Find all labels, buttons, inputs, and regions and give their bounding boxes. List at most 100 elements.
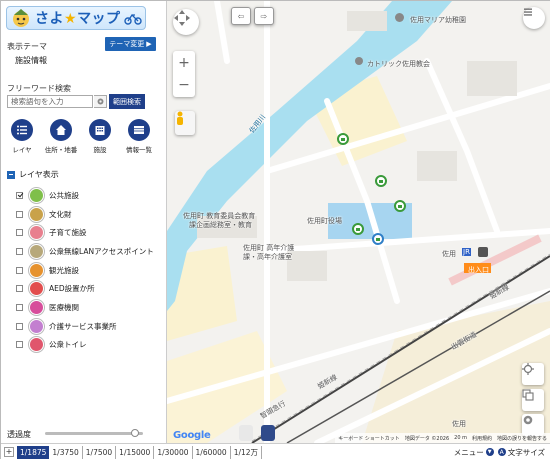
layer-label: 文化財 — [49, 209, 72, 219]
layer-checkbox[interactable] — [16, 248, 23, 255]
map-type-thumb[interactable] — [261, 425, 275, 441]
layer-item[interactable]: 公衆トイレ — [16, 337, 166, 354]
list-icon — [11, 119, 33, 141]
layer-checkbox[interactable] — [16, 322, 23, 330]
theme-change-label: テーマ変更 — [109, 40, 145, 48]
map-menu-button[interactable] — [523, 7, 545, 29]
map-view[interactable]: 佐用マリア幼稚園 カトリック佐用教会 佐用川 佐用町 教育委員会教育 課企画総務… — [167, 1, 550, 443]
opacity-slider-track[interactable] — [45, 432, 143, 435]
street-view-thumb[interactable] — [239, 425, 253, 441]
arrow-left-icon: ⇦ — [237, 11, 245, 21]
site-logo[interactable]: さよ★マップ — [6, 6, 146, 30]
label-care-2: 課・高年介護室 — [243, 253, 292, 261]
zoom-in-button[interactable]: + — [178, 52, 190, 74]
crosshair-icon — [522, 363, 534, 375]
keyboard-shortcuts-link[interactable]: キーボード ショートカット — [338, 435, 400, 442]
layer-list: 公共施設文化財子育て施設公衆無線LANアクセスポイント 観光施設 AED設置か所医療… — [16, 187, 166, 355]
pegman-icon — [177, 111, 183, 125]
app-window: さよ★マップ 表示テーマ テーマ変更 ▶ 施設情報 フリーワード検索 範囲検索 — [0, 0, 550, 459]
scale-list: 1/1875 1/3750 1/7500 1/15000 1/30000 1/60000 1… — [17, 445, 263, 459]
layer-item[interactable]: AED設置か所 — [16, 280, 166, 297]
zoom-out-button[interactable]: − — [178, 74, 190, 96]
hamburger-icon — [524, 8, 532, 16]
scale-option[interactable]: 1/1875 — [17, 445, 50, 459]
label-area: 佐用 — [452, 420, 466, 428]
layer-item[interactable]: 介護サービス事業所 — [16, 318, 166, 335]
range-search-button[interactable]: 範囲検索 — [109, 94, 145, 109]
collapse-icon — [7, 170, 15, 179]
layer-icon — [29, 187, 44, 203]
street-view-pegman[interactable] — [175, 111, 195, 135]
town-hall-pin[interactable] — [372, 233, 384, 245]
pan-control[interactable] — [173, 9, 199, 35]
menu-button[interactable]: メニュー ▼ — [454, 447, 498, 458]
gear-icon — [523, 415, 533, 425]
scale-option[interactable]: 1/15000 — [116, 445, 155, 459]
layer-item[interactable]: 医療機関 — [16, 299, 166, 316]
gear-icon — [97, 98, 103, 105]
house-icon — [50, 119, 72, 141]
label-exit: 出入口 — [468, 266, 489, 274]
scale-option[interactable]: 1/30000 — [154, 445, 193, 459]
layer-checkbox[interactable] — [16, 285, 23, 293]
layer-label: 介護サービス事業所 — [49, 321, 117, 331]
zoom-control: + − — [173, 51, 195, 97]
layer-checkbox[interactable] — [16, 210, 23, 218]
theme-value: 施設情報 — [15, 56, 47, 65]
school-pin-icon — [395, 13, 404, 22]
public-facility-pin[interactable] — [337, 133, 349, 145]
nav-info-list[interactable]: 情報一覧 — [124, 119, 154, 154]
terms-link[interactable]: 利用規約 — [472, 435, 492, 442]
locate-button[interactable] — [522, 363, 544, 385]
font-size-label: 文字サイズ — [507, 447, 545, 457]
scale-option[interactable]: 1/7500 — [83, 445, 117, 459]
layer-checkbox[interactable] — [16, 191, 23, 199]
scale-option[interactable]: 1/12万 — [231, 445, 263, 459]
google-logo-text: Google — [173, 430, 211, 441]
layer-checkbox[interactable] — [16, 266, 23, 274]
label-jr: JR — [462, 248, 471, 256]
report-error-link[interactable]: 地図の誤りを報告する — [497, 435, 547, 442]
layer-icon — [29, 300, 44, 316]
layer-checkbox[interactable] — [16, 341, 23, 349]
font-size-button[interactable]: A 文字サイズ — [497, 447, 550, 458]
nav-icons: レイヤ 住所・地番 施設 情報一覧 — [7, 119, 154, 154]
theme-change-button[interactable]: テーマ変更 ▶ — [105, 37, 156, 51]
nav-facility[interactable]: 施設 — [85, 119, 115, 154]
nav-layer[interactable]: レイヤ — [7, 119, 37, 154]
forward-button[interactable]: ⇨ — [254, 7, 274, 25]
chevron-down-icon: ▼ — [485, 448, 494, 456]
scale-option[interactable]: 1/3750 — [49, 445, 83, 459]
search-input[interactable] — [7, 95, 93, 108]
layer-item[interactable]: 文化財 — [16, 206, 166, 223]
layer-icon — [29, 337, 44, 353]
layer-item[interactable]: 観光施設 — [16, 262, 166, 279]
opacity-control: 透過度 — [7, 429, 143, 440]
opacity-slider-handle[interactable] — [131, 429, 140, 437]
bicycle-icon — [123, 13, 142, 25]
public-facility-pin[interactable] — [394, 200, 406, 212]
layer-checkbox[interactable] — [16, 304, 23, 312]
layer-checkbox[interactable] — [16, 229, 23, 237]
layer-section-header[interactable]: レイヤ表示 — [7, 169, 59, 180]
search-settings-button[interactable] — [94, 95, 107, 108]
theme-label: 表示テーマ — [7, 42, 47, 51]
scale-option[interactable]: 1/60000 — [193, 445, 231, 459]
layer-item[interactable]: 子育て施設 — [16, 224, 166, 241]
mascot-icon — [13, 9, 29, 27]
scale-expand-button[interactable]: + — [4, 447, 14, 457]
nav-address[interactable]: 住所・地番 — [41, 119, 81, 154]
label-town-hall: 佐用町役場 — [307, 217, 342, 225]
layer-item[interactable]: 公共施設 — [16, 187, 166, 204]
layer-icon — [29, 318, 44, 334]
public-facility-pin[interactable] — [352, 223, 364, 235]
public-facility-pin[interactable] — [375, 175, 387, 187]
pan-arrows-icon — [174, 10, 190, 26]
layer-label: 子育て施設 — [49, 228, 87, 238]
layer-item[interactable]: 公衆無線LANアクセスポイント — [16, 243, 166, 260]
layer-header-label: レイヤ表示 — [19, 170, 59, 179]
label-church: カトリック佐用教会 — [367, 60, 430, 68]
back-button[interactable]: ⇦ — [231, 7, 251, 25]
layer-label: AED設置か所 — [49, 284, 95, 294]
layers-button[interactable] — [522, 389, 544, 411]
